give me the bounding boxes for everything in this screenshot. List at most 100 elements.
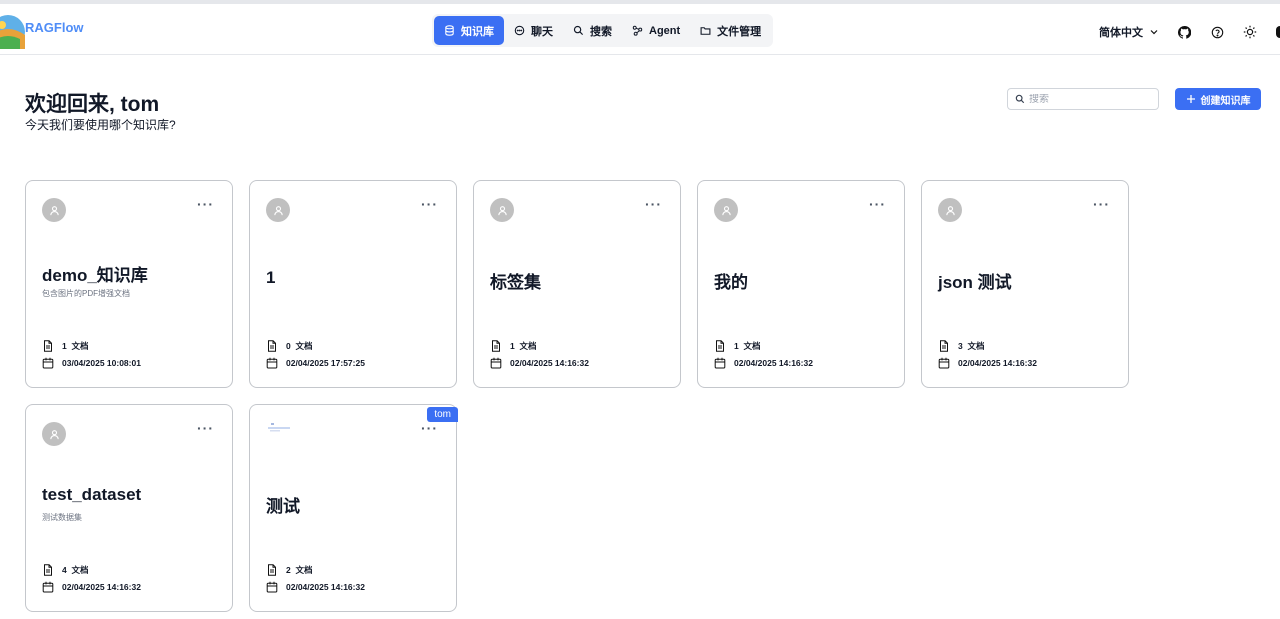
page-title: 欢迎回来, tom — [25, 93, 160, 116]
card-title: 标签集 — [490, 273, 541, 292]
doc-count-unit: 文档 — [295, 341, 313, 351]
created-date: 02/04/2025 14:16:32 — [490, 357, 589, 369]
card-title: json 测试 — [938, 273, 1012, 292]
document-icon — [716, 340, 724, 352]
search-input[interactable] — [1029, 93, 1149, 105]
card-avatar — [42, 422, 66, 446]
document-icon — [492, 340, 500, 352]
doc-count-value: 4 — [62, 565, 67, 575]
search-icon — [1015, 94, 1025, 104]
plus-icon — [1186, 95, 1195, 103]
doc-count: 1 文档 — [42, 340, 88, 352]
knowledge-base-card[interactable]: ··· 标签集 1 文档 02/04/2025 14:16:32 — [473, 180, 681, 388]
header-actions: 简体中文 — [1099, 19, 1280, 45]
user-icon — [497, 205, 507, 215]
card-title: 测试 — [266, 497, 300, 516]
knowledge-base-thumbnail — [268, 423, 290, 432]
date-value: 02/04/2025 17:57:25 — [286, 358, 365, 368]
doc-count-value: 1 — [62, 341, 67, 351]
doc-count-unit: 文档 — [295, 565, 313, 575]
document-icon — [44, 340, 52, 352]
card-title: 1 — [266, 268, 276, 287]
nav-label: 搜索 — [590, 25, 612, 38]
folder-icon — [700, 27, 711, 35]
created-date: 02/04/2025 14:16:32 — [714, 357, 813, 369]
create-knowledge-base-button[interactable]: 创建知识库 — [1175, 88, 1261, 110]
doc-count: 3 文档 — [938, 340, 984, 352]
nav-item-agent[interactable]: Agent — [622, 16, 690, 45]
doc-count-value: 3 — [958, 341, 963, 351]
card-avatar — [938, 198, 962, 222]
created-date: 02/04/2025 17:57:25 — [266, 357, 365, 369]
card-avatar — [42, 198, 66, 222]
calendar-icon — [42, 581, 54, 593]
doc-count-unit: 文档 — [519, 341, 537, 351]
top-header: RAGFlow 知识库 聊天 搜索 Agent 文件管理 简体中文 — [0, 0, 1280, 55]
brand-name[interactable]: RAGFlow — [25, 20, 84, 35]
more-options-icon[interactable]: ··· — [421, 197, 438, 211]
database-icon — [445, 25, 454, 36]
user-icon — [49, 205, 59, 215]
nav-label: 聊天 — [531, 25, 553, 38]
doc-count-unit: 文档 — [743, 341, 761, 351]
user-icon — [273, 205, 283, 215]
knowledge-base-card[interactable]: ··· tom 测试 2 文档 02/04/2025 14:16:32 — [249, 404, 458, 612]
nav-item-knowledge-base[interactable]: 知识库 — [434, 16, 504, 45]
knowledge-base-card[interactable]: ··· demo_知识库包含图片的PDF增强文档 1 文档 03/04/2025 10… — [25, 180, 233, 388]
nav-label: Agent — [649, 24, 681, 37]
card-avatar — [266, 198, 290, 222]
nav-label: 文件管理 — [717, 25, 762, 38]
doc-count-unit: 文档 — [967, 341, 985, 351]
github-icon[interactable] — [1177, 25, 1191, 39]
more-options-icon[interactable]: ··· — [197, 197, 214, 211]
chat-icon — [514, 25, 525, 36]
card-title: 我的 — [714, 273, 748, 292]
doc-count-value: 0 — [286, 341, 291, 351]
theme-sun-icon[interactable] — [1243, 25, 1257, 39]
document-icon — [268, 564, 276, 576]
user-icon — [49, 429, 59, 439]
created-date: 02/04/2025 14:16:32 — [42, 581, 141, 593]
document-icon — [940, 340, 948, 352]
card-title: test_dataset — [42, 485, 142, 504]
more-options-icon[interactable]: ··· — [869, 197, 886, 211]
knowledge-base-card[interactable]: ··· 我的 1 文档 02/04/2025 14:16:32 — [697, 180, 905, 388]
doc-count: 4 文档 — [42, 564, 88, 576]
knowledge-base-card[interactable]: ··· test_dataset 测试数据集 4 文档 02/04/2025 14:16… — [25, 404, 233, 612]
language-label: 简体中文 — [1099, 27, 1143, 39]
more-options-icon[interactable]: ··· — [645, 197, 662, 211]
chevron-down-icon — [1150, 30, 1158, 35]
user-avatar[interactable] — [1276, 26, 1280, 38]
help-icon[interactable] — [1210, 25, 1224, 39]
calendar-icon — [266, 357, 278, 369]
nav-item-search[interactable]: 搜索 — [563, 16, 622, 45]
calendar-icon — [938, 357, 950, 369]
document-icon — [268, 340, 276, 352]
page-subtitle: 今天我们要使用哪个知识库? — [25, 118, 176, 132]
nav-item-chat[interactable]: 聊天 — [504, 16, 563, 45]
nav-item-file-management[interactable]: 文件管理 — [690, 16, 771, 45]
date-value: 02/04/2025 14:16:32 — [958, 358, 1037, 368]
search-box[interactable] — [1007, 88, 1159, 110]
card-description: 包含图片的PDF增强文档 — [42, 289, 130, 298]
doc-count-value: 1 — [510, 341, 515, 351]
doc-count-value: 1 — [734, 341, 739, 351]
language-selector[interactable]: 简体中文 — [1099, 24, 1159, 40]
doc-count: 1 文档 — [714, 340, 760, 352]
more-options-icon[interactable]: ··· — [1093, 197, 1110, 211]
knowledge-base-card[interactable]: ··· 1 0 文档 02/04/2025 17:57:25 — [249, 180, 457, 388]
doc-count-unit: 文档 — [71, 341, 89, 351]
created-date: 03/04/2025 10:08:01 — [42, 357, 141, 369]
card-title: demo_知识库 — [42, 266, 148, 285]
document-icon — [44, 564, 52, 576]
more-options-icon[interactable]: ··· — [197, 421, 214, 435]
knowledge-base-card[interactable]: ··· json 测试 3 文档 02/04/2025 14:16:32 — [921, 180, 1129, 388]
user-icon — [721, 205, 731, 215]
nav-label: 知识库 — [461, 25, 494, 38]
more-options-icon[interactable]: ··· — [421, 421, 438, 435]
calendar-icon — [42, 357, 54, 369]
main-nav: 知识库 聊天 搜索 Agent 文件管理 — [432, 14, 774, 47]
date-value: 02/04/2025 14:16:32 — [286, 582, 365, 592]
ragflow-logo-icon[interactable] — [0, 13, 26, 51]
created-date: 02/04/2025 14:16:32 — [266, 581, 365, 593]
